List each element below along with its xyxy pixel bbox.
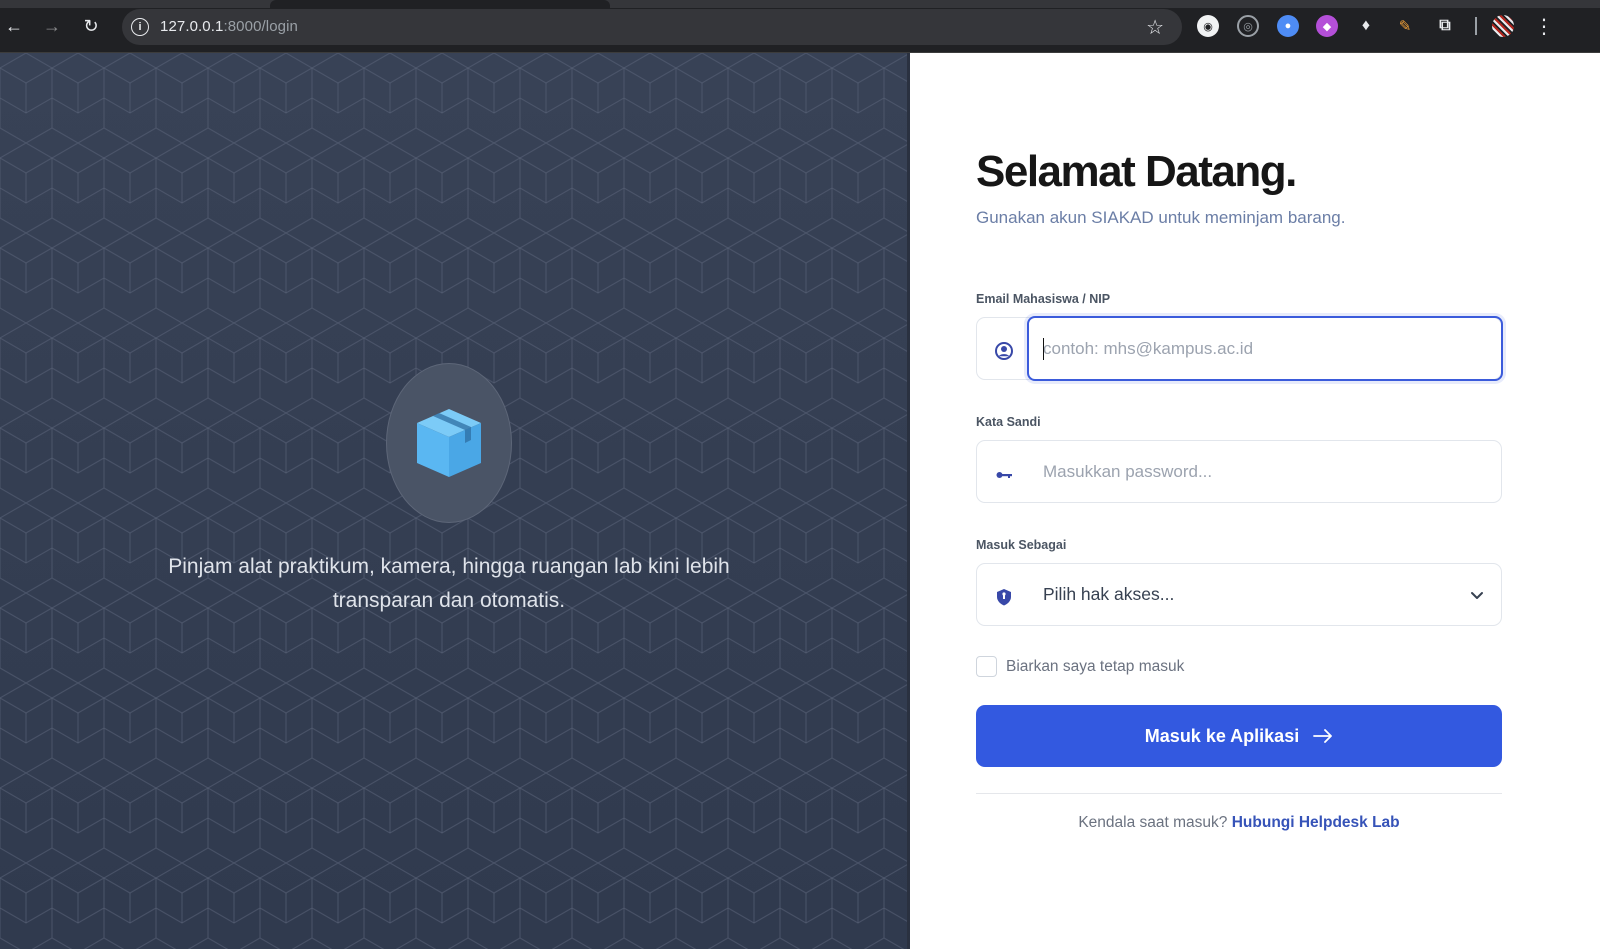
remember-me-label[interactable]: Biarkan saya tetap masuk	[1006, 658, 1184, 676]
email-label: Email Mahasiswa / NIP	[976, 292, 1111, 306]
password-input[interactable]	[1027, 440, 1503, 503]
hero-panel: Pinjam alat praktikum, kamera, hingga ru…	[0, 53, 910, 949]
email-field[interactable]	[976, 316, 1503, 381]
active-tab[interactable]	[270, 0, 610, 8]
logo-badge	[386, 363, 512, 523]
page-subtitle: Gunakan akun SIAKAD untuk meminjam baran…	[976, 208, 1346, 227]
reload-icon[interactable]: ↻	[79, 14, 103, 38]
user-circle-icon	[993, 340, 1015, 362]
login-submit-button[interactable]: Masuk ke Aplikasi	[976, 705, 1502, 767]
page-title: Selamat Datang.	[976, 147, 1297, 196]
extensions-puzzle-icon[interactable]: ⧉	[1434, 15, 1456, 37]
shield-icon	[993, 586, 1015, 608]
helpdesk-link[interactable]: Hubungi Helpdesk Lab	[1232, 814, 1400, 831]
login-submit-label: Masuk ke Aplikasi	[1144, 725, 1300, 746]
extension-circle-icon[interactable]: ●	[1277, 15, 1299, 37]
bookmark-star-icon[interactable]: ☆	[1146, 15, 1164, 40]
text-caret	[1043, 338, 1044, 360]
extension-pen-icon[interactable]: ✎	[1394, 15, 1416, 37]
forward-icon[interactable]: →	[40, 14, 64, 38]
login-panel: Selamat Datang. Gunakan akun SIAKAD untu…	[910, 53, 1600, 949]
url-text: 127.0.0.1:8000/login	[160, 18, 298, 35]
browser-toolbar: ← → ↻ i 127.0.0.1:8000/login ☆ ◉ ◎ ● ◆ ♦…	[0, 0, 1600, 53]
help-prompt: Kendala saat masuk?	[1078, 814, 1228, 831]
tab-strip	[0, 0, 1600, 8]
role-selected-value: Pilih hak akses...	[1043, 584, 1175, 604]
extension-ghost-icon[interactable]: ♦	[1355, 15, 1377, 37]
back-icon[interactable]: ←	[2, 14, 26, 38]
chevron-down-icon[interactable]	[1467, 585, 1487, 605]
profile-avatar[interactable]	[1492, 15, 1514, 37]
key-icon	[993, 463, 1015, 485]
form-divider	[976, 793, 1502, 794]
box-icon	[417, 409, 481, 477]
role-label: Masuk Sebagai	[976, 538, 1067, 552]
hero-tagline: Pinjam alat praktikum, kamera, hingga ru…	[168, 555, 730, 612]
toolbar-divider	[1475, 17, 1477, 35]
extension-target-icon[interactable]: ◎	[1237, 15, 1259, 37]
role-select[interactable]: Pilih hak akses...	[976, 563, 1502, 626]
address-bar[interactable]: i 127.0.0.1:8000/login ☆	[122, 9, 1182, 45]
remember-me-checkbox[interactable]	[976, 656, 997, 677]
password-label: Kata Sandi	[976, 415, 1041, 429]
help-text: Kendala saat masuk? Hubungi Helpdesk Lab	[976, 814, 1502, 832]
menu-kebab-icon[interactable]: ⋮	[1532, 14, 1556, 38]
arrow-right-icon	[1313, 729, 1333, 743]
password-field[interactable]	[976, 440, 1503, 503]
email-input[interactable]	[1027, 317, 1503, 380]
extension-icon[interactable]: ◉	[1197, 15, 1219, 37]
site-info-icon[interactable]: i	[131, 18, 149, 36]
extension-purple-icon[interactable]: ◆	[1316, 15, 1338, 37]
